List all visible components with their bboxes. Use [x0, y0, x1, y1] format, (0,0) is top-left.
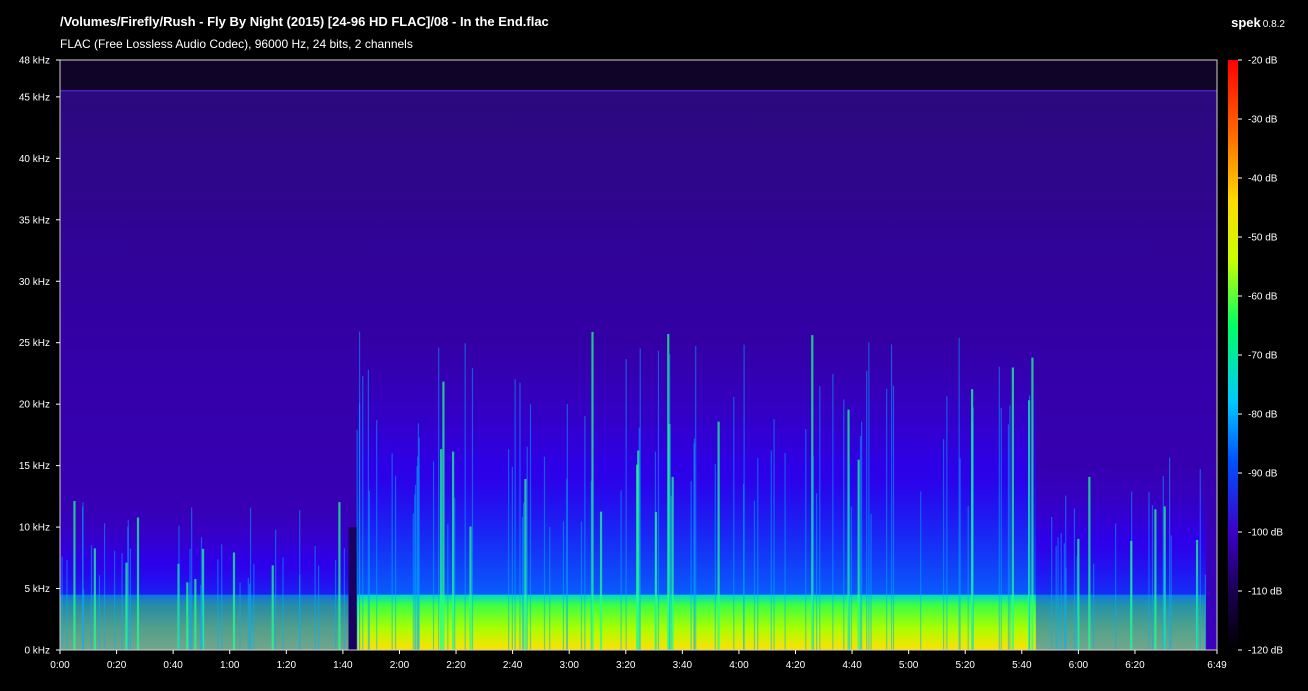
section-dense	[357, 594, 1036, 650]
x-tick-label: 3:00	[559, 660, 579, 671]
x-tick-label: 2:00	[390, 660, 410, 671]
colorbar-tick-label: -90 dB	[1248, 469, 1278, 480]
x-tick-label: 4:00	[729, 660, 749, 671]
colorbar-axis: -20 dB -30 dB -40 dB -50 dB -60 dB -70 dB -80 …	[1238, 56, 1283, 657]
x-tick-label: 6:49	[1207, 660, 1227, 671]
x-tick-label: 0:20	[107, 660, 127, 671]
colorbar-tick-label: -60 dB	[1248, 292, 1278, 303]
x-tick-label: 4:40	[842, 660, 862, 671]
x-tick-label: 0:40	[163, 660, 183, 671]
spectrogram-plot	[60, 60, 1217, 650]
y-tick-label: 20 kHz	[19, 400, 50, 411]
section-dense	[60, 594, 349, 650]
x-tick-label: 5:40	[1012, 660, 1032, 671]
y-tick-label: 30 kHz	[19, 277, 50, 288]
x-tick-label: 2:20	[446, 660, 466, 671]
y-axis: 0 kHz 5 kHz 10 kHz 15 kHz 20 kHz 25 kHz 30 kHz…	[19, 56, 60, 657]
spectrogram-chart: 0 kHz 5 kHz 10 kHz 15 kHz 20 kHz 25 kHz 30 kHz…	[19, 56, 1283, 672]
colorbar	[1228, 60, 1238, 650]
y-tick-label: 25 kHz	[19, 338, 50, 349]
colorbar-tick-label: -70 dB	[1248, 351, 1278, 362]
x-axis: 0:00 0:20 0:40 1:00 1:20 1:40 2:00 2:20 2:40 3:00…	[50, 650, 1227, 671]
x-tick-label: 4:20	[786, 660, 806, 671]
x-tick-label: 1:40	[333, 660, 353, 671]
colorbar-tick-label: -110 dB	[1248, 587, 1283, 598]
x-tick-label: 6:20	[1125, 660, 1145, 671]
x-tick-label: 3:40	[673, 660, 693, 671]
y-tick-label: 48 kHz	[19, 56, 50, 67]
x-tick-label: 1:20	[277, 660, 297, 671]
colorbar-tick-label: -80 dB	[1248, 410, 1278, 421]
colorbar-tick-label: -120 dB	[1248, 646, 1283, 657]
y-tick-label: 40 kHz	[19, 154, 50, 165]
x-tick-label: 6:00	[1069, 660, 1089, 671]
colorbar-tick-label: -30 dB	[1248, 115, 1278, 126]
colorbar-tick-label: -50 dB	[1248, 233, 1278, 244]
x-tick-label: 5:20	[955, 660, 975, 671]
colorbar-tick-label: -100 dB	[1248, 528, 1283, 539]
colorbar-tick-label: -20 dB	[1248, 56, 1278, 67]
y-tick-label: 15 kHz	[19, 461, 50, 472]
colorbar-tick-label: -40 dB	[1248, 174, 1278, 185]
y-tick-label: 10 kHz	[19, 523, 50, 534]
section-gap	[348, 527, 358, 650]
x-tick-label: 1:00	[220, 660, 240, 671]
cutoff-region	[60, 60, 1217, 91]
y-tick-label: 0 kHz	[24, 646, 50, 657]
x-tick-label: 3:20	[616, 660, 636, 671]
y-tick-label: 35 kHz	[19, 215, 50, 226]
x-tick-label: 5:00	[899, 660, 919, 671]
y-tick-label: 5 kHz	[24, 584, 50, 595]
y-tick-label: 45 kHz	[19, 92, 50, 103]
x-tick-label: 0:00	[50, 660, 70, 671]
x-tick-label: 2:40	[503, 660, 523, 671]
